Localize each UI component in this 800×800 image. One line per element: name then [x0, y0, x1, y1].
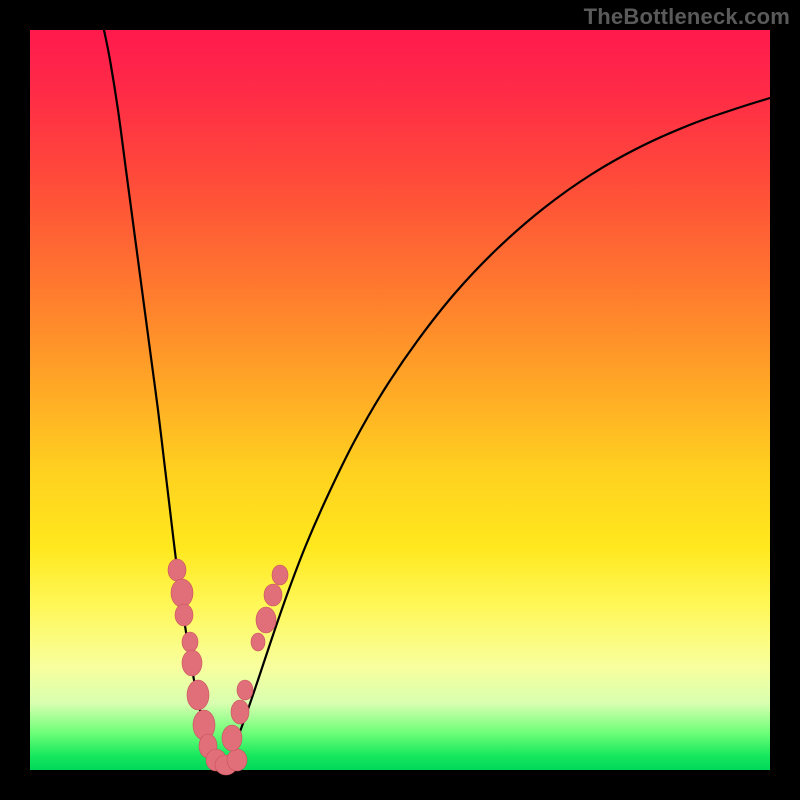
data-marker — [256, 607, 276, 633]
data-marker — [187, 680, 209, 710]
data-marker — [237, 680, 253, 700]
watermark-text: TheBottleneck.com — [584, 4, 790, 30]
chart-plot-area — [30, 30, 770, 770]
data-marker — [182, 632, 198, 652]
data-marker — [227, 749, 247, 771]
data-marker — [182, 650, 202, 676]
data-marker — [272, 565, 288, 585]
data-marker — [168, 559, 186, 581]
data-marker — [171, 579, 193, 607]
marker-layer — [168, 559, 288, 775]
data-marker — [175, 604, 193, 626]
data-marker — [264, 584, 282, 606]
data-marker — [251, 633, 265, 651]
data-marker — [231, 700, 249, 724]
chart-svg — [30, 30, 770, 770]
chart-frame: TheBottleneck.com — [0, 0, 800, 800]
data-marker — [222, 725, 242, 751]
curve-left — [104, 30, 222, 768]
curve-right — [222, 98, 770, 768]
